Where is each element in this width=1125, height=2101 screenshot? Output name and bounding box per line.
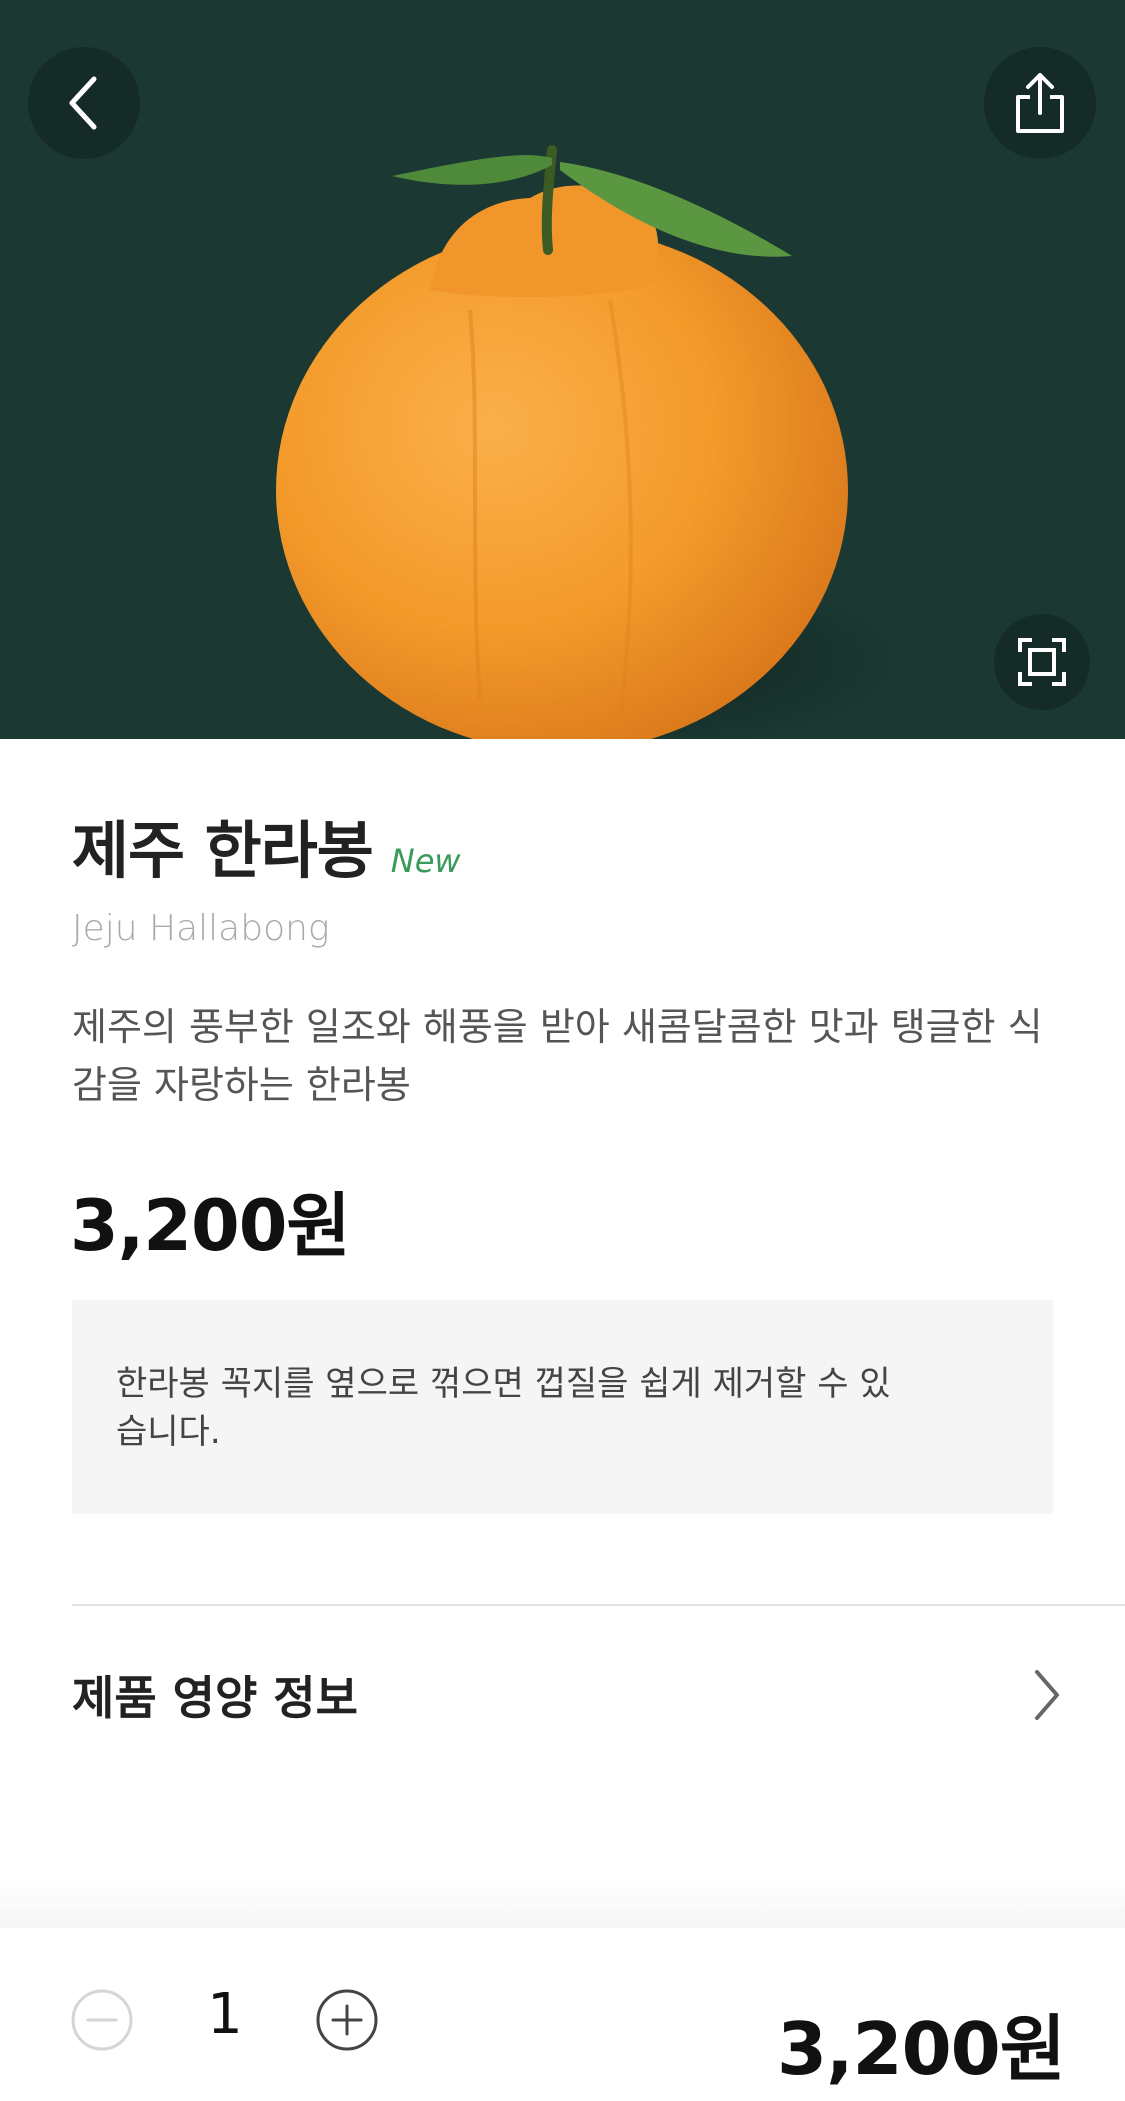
share-icon [1016,73,1064,133]
increase-quantity-button[interactable] [315,1988,379,2052]
order-total-price: 3,200원 [777,2007,1066,2091]
decrease-quantity-button[interactable] [70,1988,134,2052]
new-badge: New [390,842,461,880]
product-title-row: 제주 한라봉 New [72,800,461,890]
back-button[interactable] [28,47,140,159]
chevron-left-icon [69,76,97,130]
product-price: 3,200원 [70,1185,351,1267]
plus-circle-icon [316,1989,378,2051]
product-notice-box: 한라봉 꼭지를 옆으로 꺾으면 껍질을 쉽게 제거할 수 있습니다. [72,1300,1053,1514]
product-name-english: Jeju Hallabong [72,908,330,949]
share-button[interactable] [984,47,1096,159]
fullscreen-button[interactable] [994,614,1090,710]
product-name: 제주 한라봉 [72,814,374,887]
hallabong-image [276,145,900,739]
bottom-bar-shadow [0,1880,1125,1930]
product-description: 제주의 풍부한 일조와 해풍을 받아 새콤달콤한 맛과 탱글한 식감을 자랑하는… [72,1005,1043,1107]
nutrition-info-label: 제품 영양 정보 [72,1671,358,1725]
fullscreen-icon [1018,638,1066,686]
product-notice-text: 한라봉 꼭지를 옆으로 꺾으면 껍질을 쉽게 제거할 수 있습니다. [116,1364,891,1452]
product-hero-image [0,0,1125,739]
minus-circle-icon [71,1989,133,2051]
quantity-value: 1 [207,1982,243,2047]
section-divider [72,1604,1125,1606]
chevron-right-icon [1035,1670,1059,1720]
nutrition-info-row[interactable]: 제품 영양 정보 [72,1640,1062,1750]
